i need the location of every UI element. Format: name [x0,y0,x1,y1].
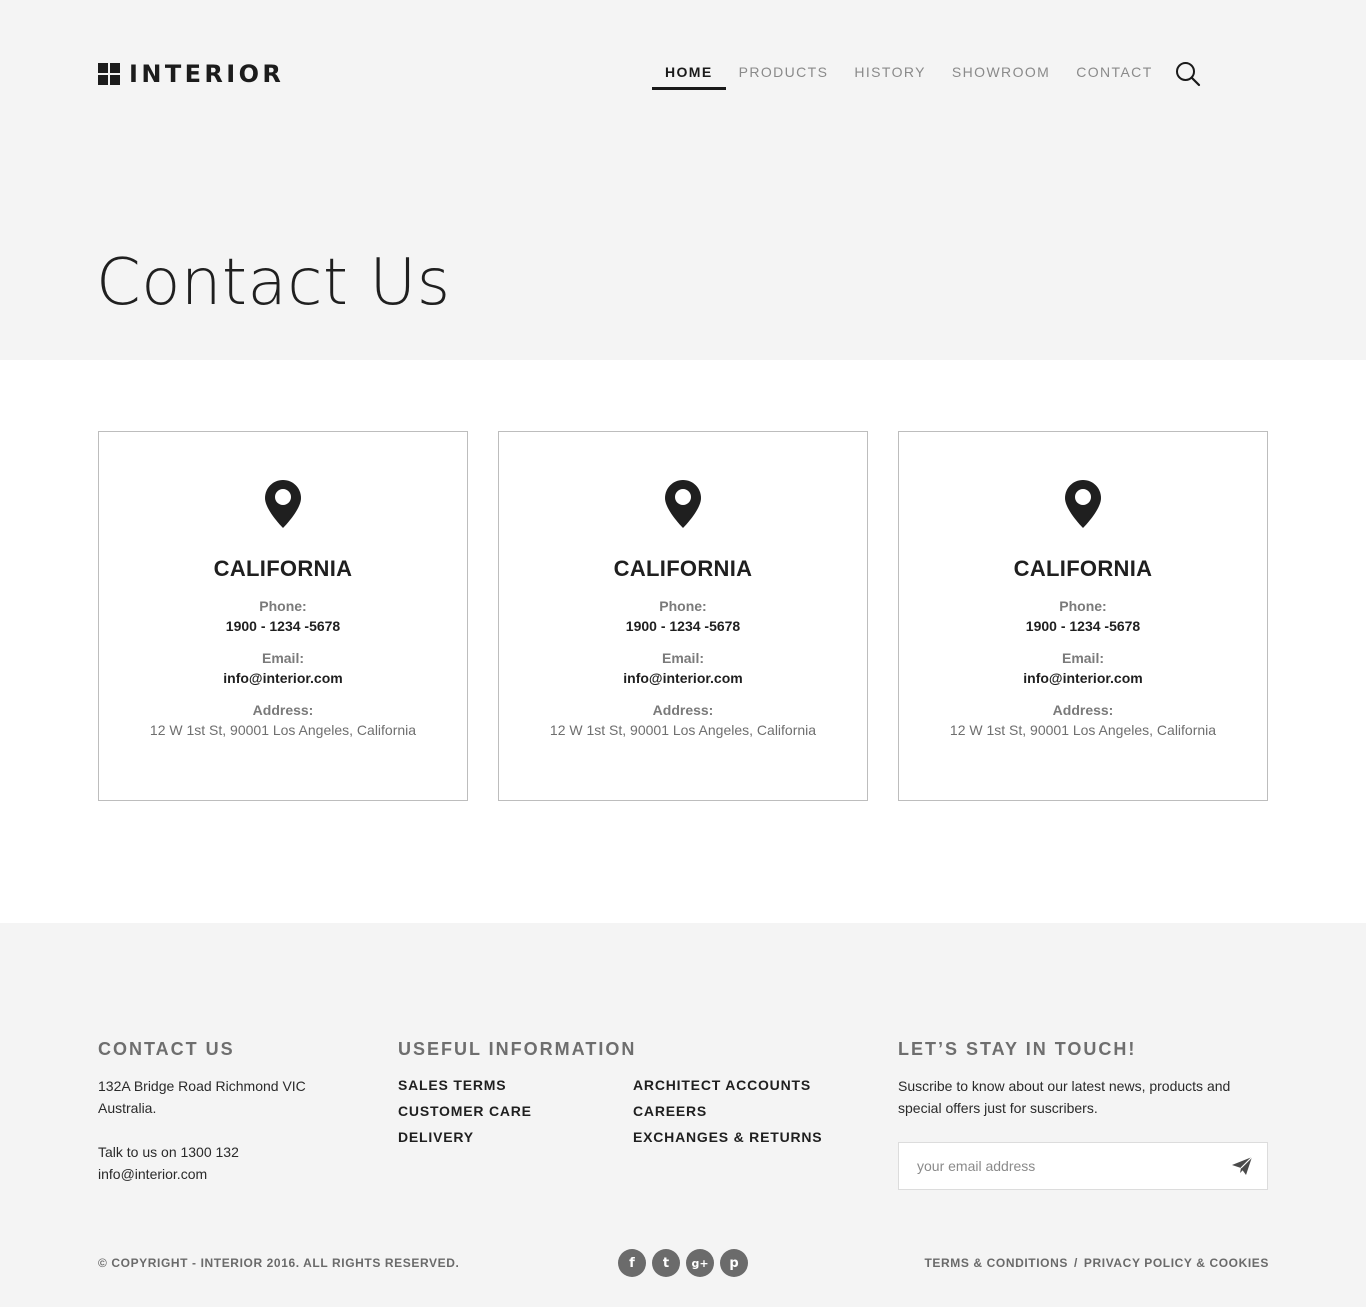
footer-phone: Talk to us on 1300 132 [98,1144,239,1160]
logo-text: INTERIOR [129,60,285,88]
search-icon[interactable] [1175,61,1201,87]
phone-value[interactable]: 1900 - 1234 -5678 [499,618,867,634]
email-value[interactable]: info@interior.com [499,670,867,686]
footer-link-sales-terms[interactable]: SALES TERMS [398,1077,506,1093]
site-header: INTERIOR HOME PRODUCTS HISTORY SHOWROOM … [0,0,1366,360]
address-value: 12 W 1st St, 90001 Los Angeles, Californ… [949,722,1217,738]
footer-newsletter-heading: LET’S STAY IN TOUCH! [898,1039,1137,1059]
facebook-icon[interactable]: f [618,1249,646,1277]
address-value: 12 W 1st St, 90001 Los Angeles, Californ… [549,722,817,738]
address-value: 12 W 1st St, 90001 Los Angeles, Californ… [149,722,417,738]
footer-link-customer-care[interactable]: CUSTOMER CARE [398,1103,532,1119]
paper-plane-icon[interactable] [1231,1156,1253,1176]
nav-item-contact[interactable]: CONTACT [1063,56,1165,90]
main-nav: HOME PRODUCTS HISTORY SHOWROOM CONTACT [652,56,1166,90]
location-city: CALIFORNIA [213,556,353,581]
nav-item-showroom[interactable]: SHOWROOM [939,56,1063,90]
pinterest-icon[interactable]: p [720,1249,748,1277]
locations-section: CALIFORNIA Phone: 1900 - 1234 -5678 Emai… [0,360,1366,923]
phone-label: Phone: [259,598,307,614]
twitter-icon[interactable]: t [652,1249,680,1277]
google-plus-icon[interactable]: g+ [686,1249,714,1277]
page-title: Contact Us [96,246,451,320]
phone-value[interactable]: 1900 - 1234 -5678 [899,618,1267,634]
nav-item-history[interactable]: HISTORY [841,56,939,90]
footer-email-link[interactable]: info@interior.com [98,1163,207,1185]
email-value[interactable]: info@interior.com [99,670,467,686]
footer-address-line1: 132A Bridge Road Richmond VIC [98,1078,306,1094]
location-city: CALIFORNIA [613,556,753,581]
footer-link-architect-accounts[interactable]: ARCHITECT ACCOUNTS [633,1077,811,1093]
email-value[interactable]: info@interior.com [899,670,1267,686]
location-card: CALIFORNIA Phone: 1900 - 1234 -5678 Emai… [498,431,868,801]
address-label: Address: [252,702,314,718]
social-links: f t g+ p [618,1249,748,1277]
location-card: CALIFORNIA Phone: 1900 - 1234 -5678 Emai… [898,431,1268,801]
email-label: Email: [261,650,304,666]
address-label: Address: [1052,702,1114,718]
email-label: Email: [1061,650,1104,666]
footer-link-delivery[interactable]: DELIVERY [398,1129,474,1145]
copyright-text: © COPYRIGHT - INTERIOR 2016. ALL RIGHTS … [98,1256,460,1270]
phone-label: Phone: [1059,598,1107,614]
location-card: CALIFORNIA Phone: 1900 - 1234 -5678 Emai… [98,431,468,801]
address-label: Address: [652,702,714,718]
newsletter-form [898,1142,1268,1190]
map-pin-icon [1065,480,1101,528]
map-pin-icon [265,480,301,528]
location-city: CALIFORNIA [1013,556,1153,581]
logo[interactable]: INTERIOR [98,62,284,86]
footer-link-careers[interactable]: CAREERS [633,1103,707,1119]
map-pin-icon [665,480,701,528]
site-footer: CONTACT US 132A Bridge Road Richmond VIC… [0,923,1366,1307]
newsletter-text-line1: Suscribe to know about our latest news, … [898,1078,1231,1094]
footer-link-exchanges-returns[interactable]: EXCHANGES & RETURNS [633,1129,822,1145]
footer-useful-heading: USEFUL INFORMATION [398,1039,637,1059]
terms-link[interactable]: TERMS & CONDITIONS [924,1256,1067,1270]
phone-label: Phone: [659,598,707,614]
privacy-link[interactable]: PRIVACY POLICY & COOKIES [1084,1256,1269,1270]
newsletter-text-line2: special offers just for suscribers. [898,1100,1098,1116]
newsletter-email-input[interactable] [917,1143,1217,1189]
legal-separator: / [1073,1256,1078,1270]
phone-value[interactable]: 1900 - 1234 -5678 [99,618,467,634]
logo-grid-icon [98,63,120,85]
email-label: Email: [661,650,704,666]
footer-address-line2: Australia. [98,1100,157,1116]
nav-item-products[interactable]: PRODUCTS [726,56,842,90]
legal-links: TERMS & CONDITIONS / PRIVACY POLICY & CO… [924,1256,1269,1270]
nav-item-home[interactable]: HOME [652,56,726,90]
footer-contact-heading: CONTACT US [98,1039,235,1059]
